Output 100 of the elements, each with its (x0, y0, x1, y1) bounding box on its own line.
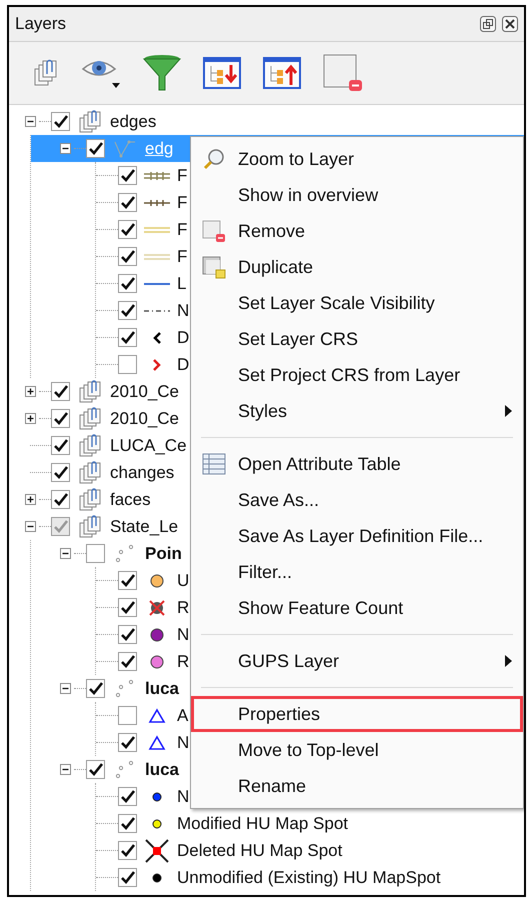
layer-checkbox[interactable] (118, 733, 137, 752)
menu-item[interactable]: Show Feature Count (191, 590, 523, 626)
menu-item[interactable]: Set Layer CRS (191, 321, 523, 357)
layer-checkbox[interactable] (51, 409, 70, 428)
remove-layer-icon[interactable] (323, 54, 363, 92)
layer-checkbox[interactable] (118, 328, 137, 347)
layer-name[interactable]: State_Le (110, 514, 178, 540)
collapse-icon[interactable] (60, 548, 70, 559)
layers-clip-icon (79, 460, 101, 484)
collapse-icon[interactable] (60, 683, 70, 694)
layer-name[interactable]: R (177, 594, 190, 620)
layer-name[interactable]: N (177, 784, 190, 810)
layer-checkbox[interactable] (118, 814, 137, 833)
points-icon (115, 760, 135, 780)
layer-checkbox[interactable] (118, 652, 137, 671)
layer-name[interactable]: N (177, 730, 190, 756)
layer-name[interactable]: LUCA_Ce (110, 432, 187, 458)
layer-name[interactable]: R (177, 648, 190, 674)
layer-checkbox[interactable] (118, 274, 137, 293)
menu-item[interactable]: Set Project CRS from Layer (191, 357, 523, 393)
line-vertices-icon (113, 138, 137, 158)
collapse-icon[interactable] (60, 143, 70, 154)
layer-checkbox[interactable] (51, 490, 70, 509)
menu-item[interactable]: Save As... (191, 482, 523, 518)
menu-item[interactable]: Properties (191, 696, 523, 732)
magnifier-icon (202, 147, 226, 171)
layer-checkbox[interactable] (51, 517, 70, 536)
layer-checkbox[interactable] (118, 247, 137, 266)
layer-name[interactable]: F (177, 162, 188, 188)
layer-checkbox[interactable] (86, 760, 105, 779)
layer-checkbox[interactable] (118, 220, 137, 239)
layer-name[interactable]: L (177, 270, 186, 296)
layer-checkbox[interactable] (51, 463, 70, 482)
layer-name[interactable]: F (177, 244, 188, 270)
layer-name[interactable]: Unmodified (Existing) HU MapSpot (177, 864, 441, 890)
menu-item[interactable]: Show in overview (191, 177, 523, 213)
layer-checkbox[interactable] (51, 382, 70, 401)
collapse-icon[interactable] (24, 521, 36, 532)
expand-icon[interactable] (24, 494, 36, 505)
layers-clip-icon (79, 434, 101, 458)
collapse-icon[interactable] (60, 764, 70, 775)
layer-name[interactable]: N (177, 622, 190, 648)
layer-checkbox[interactable] (118, 841, 137, 860)
layer-name[interactable]: Modified HU Map Spot (177, 810, 348, 836)
layer-name[interactable]: Poin (145, 540, 182, 566)
layer-checkbox[interactable] (118, 868, 137, 887)
layer-name[interactable]: N (177, 298, 190, 324)
layer-checkbox[interactable] (118, 706, 137, 725)
layer-checkbox[interactable] (118, 301, 137, 320)
points-icon (115, 678, 135, 698)
layer-checkbox[interactable] (51, 436, 70, 455)
layer-checkbox[interactable] (118, 355, 137, 374)
layer-checkbox[interactable] (86, 544, 105, 563)
menu-item[interactable]: Open Attribute Table (191, 446, 523, 482)
layer-checkbox[interactable] (118, 787, 137, 806)
menu-item[interactable]: GUPS Layer (191, 643, 523, 679)
menu-item[interactable]: Move to Top-level (191, 732, 523, 768)
layer-name[interactable]: edges (110, 108, 156, 134)
layer-name[interactable]: changes (110, 460, 174, 486)
layer-checkbox[interactable] (118, 598, 137, 617)
menu-item[interactable]: Rename (191, 768, 523, 804)
expand-icon[interactable] (24, 413, 36, 424)
layer-name[interactable]: F (177, 216, 188, 242)
layers-clip-icon (79, 110, 101, 134)
layer-name[interactable]: F (177, 190, 188, 216)
menu-item[interactable]: Zoom to Layer (191, 141, 523, 177)
layer-checkbox[interactable] (118, 625, 137, 644)
panel-title: Layers (15, 13, 66, 36)
expand-icon[interactable] (24, 386, 36, 397)
table-icon (202, 453, 226, 475)
layer-name[interactable]: luca (145, 676, 180, 702)
layer-name[interactable]: 2010_Ce (110, 406, 180, 432)
expand-all-icon[interactable] (203, 57, 241, 89)
layer-name[interactable]: D (177, 324, 190, 350)
close-icon[interactable] (502, 16, 518, 32)
layer-name[interactable]: A (177, 702, 188, 728)
menu-item[interactable]: Set Layer Scale Visibility (191, 285, 523, 321)
layer-checkbox[interactable] (86, 679, 105, 698)
layer-name[interactable]: luca (145, 756, 180, 782)
layer-checkbox[interactable] (51, 112, 70, 131)
layer-checkbox[interactable] (118, 193, 137, 212)
layers-clip-icon (79, 406, 101, 430)
layer-checkbox[interactable] (86, 139, 105, 158)
float-panel-icon[interactable] (480, 16, 496, 32)
collapse-icon[interactable] (24, 116, 36, 127)
layer-name[interactable]: D (177, 352, 190, 378)
layer-name[interactable]: 2010_Ce (110, 378, 180, 404)
layer-checkbox[interactable] (118, 571, 137, 590)
menu-item[interactable]: Duplicate (191, 249, 523, 285)
menu-item[interactable]: Remove (191, 213, 523, 249)
menu-item[interactable]: Save As Layer Definition File... (191, 518, 523, 554)
menu-item[interactable]: Filter... (191, 554, 523, 590)
layer-name[interactable]: Deleted HU Map Spot (177, 838, 342, 864)
menu-item[interactable]: Styles (191, 393, 523, 429)
funnel-icon[interactable] (143, 54, 181, 92)
layer-name[interactable]: U (177, 568, 190, 594)
collapse-all-icon[interactable] (263, 57, 301, 89)
layer-name[interactable]: faces (110, 486, 151, 512)
layers-clip-icon (79, 514, 101, 538)
layer-checkbox[interactable] (118, 166, 137, 185)
